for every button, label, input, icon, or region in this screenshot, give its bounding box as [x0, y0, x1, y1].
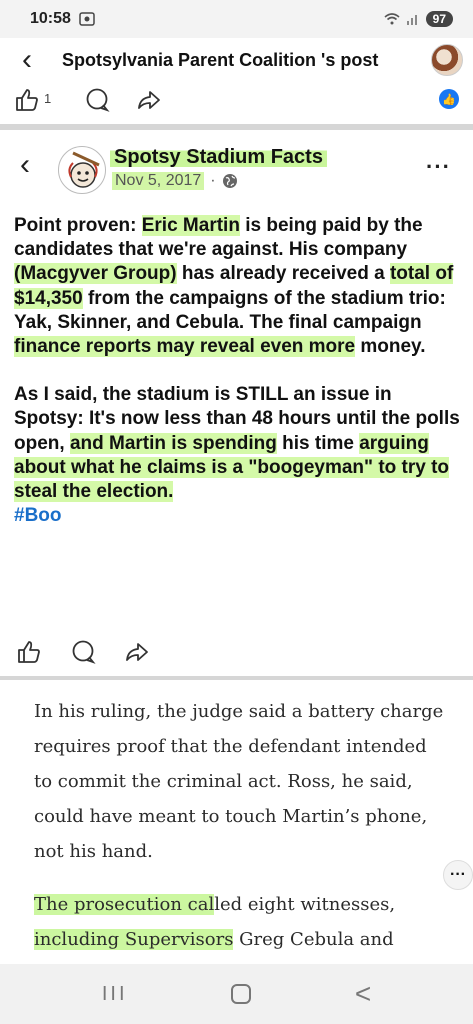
article-paragraph-2: The prosecution called eight witnesses, …	[34, 887, 444, 957]
screen-record-icon	[79, 12, 95, 26]
highlighted-text: The prosecution cal	[34, 894, 215, 915]
more-options-icon[interactable]: ···	[443, 860, 473, 890]
post-text: Point proven: Eric Martin is being paid …	[14, 214, 464, 528]
post-paragraph-2: As I said, the stadium is STILL an issue…	[14, 383, 464, 504]
status-bar: 10:58 97	[0, 0, 473, 38]
section-divider	[0, 124, 473, 130]
text-segment: his time	[276, 432, 360, 454]
back-arrow-icon[interactable]: ‹	[22, 45, 48, 75]
like-count: 1	[44, 91, 52, 106]
share-icon[interactable]	[136, 87, 162, 113]
page-logo[interactable]	[58, 146, 106, 194]
top-bar: ‹ Spotsylvania Parent Coalition 's post	[0, 38, 473, 82]
hashtag-link[interactable]: #Boo	[14, 505, 62, 526]
system-nav-bar: III <	[0, 964, 473, 1024]
avatar[interactable]	[431, 44, 463, 76]
article-paragraph-1: In his ruling, the judge said a battery …	[34, 701, 444, 862]
shared-post-header: ‹ Spotsy Stadium Facts Nov 5, 2017 · ···	[0, 142, 473, 200]
globe-icon	[222, 174, 237, 188]
text-segment: led eight witnesses,	[214, 894, 396, 915]
post-date[interactable]: Nov 5, 2017	[112, 172, 205, 190]
highlighted-text: finance reports may reveal even more	[14, 336, 356, 358]
post-paragraph-1: Point proven: Eric Martin is being paid …	[14, 214, 464, 359]
wifi-icon	[384, 13, 400, 25]
highlighted-text: Eric Martin	[141, 215, 240, 236]
like-reaction-badge-icon: 👍	[439, 89, 459, 109]
post-actions	[0, 637, 473, 667]
reaction-bar: 1 👍	[0, 82, 473, 118]
section-divider	[0, 676, 473, 680]
back-nav-icon[interactable]: <	[355, 978, 371, 1010]
text-segment: money.	[355, 336, 426, 358]
text-segment: has already received a	[176, 263, 390, 285]
highlighted-text: including Supervisors	[34, 929, 234, 950]
home-icon[interactable]	[231, 984, 252, 1004]
more-options-icon[interactable]: ···	[426, 154, 451, 180]
share-icon[interactable]	[124, 639, 150, 665]
text-segment: Greg Cebula and	[233, 929, 394, 950]
page-name[interactable]: Spotsy Stadium Facts	[110, 146, 327, 169]
text-segment: Point proven:	[14, 215, 142, 236]
signal-icon	[406, 15, 417, 25]
recents-icon[interactable]: III	[102, 983, 128, 1006]
like-icon[interactable]	[14, 87, 40, 113]
clock: 10:58	[30, 10, 71, 27]
page-title: Spotsylvania Parent Coalition 's post	[62, 49, 379, 70]
comment-icon[interactable]	[84, 87, 110, 113]
comment-icon[interactable]	[70, 639, 96, 665]
like-icon[interactable]	[16, 639, 42, 665]
back-arrow-icon[interactable]: ‹	[20, 148, 30, 182]
article-excerpt: In his ruling, the judge said a battery …	[34, 694, 444, 975]
highlighted-text: and Martin is spending	[69, 432, 277, 454]
meta-separator: ·	[210, 172, 216, 189]
highlighted-text: (Macgyver Group)	[14, 263, 177, 285]
post-meta: Nov 5, 2017 ·	[112, 172, 238, 190]
battery-indicator: 97	[425, 11, 453, 27]
